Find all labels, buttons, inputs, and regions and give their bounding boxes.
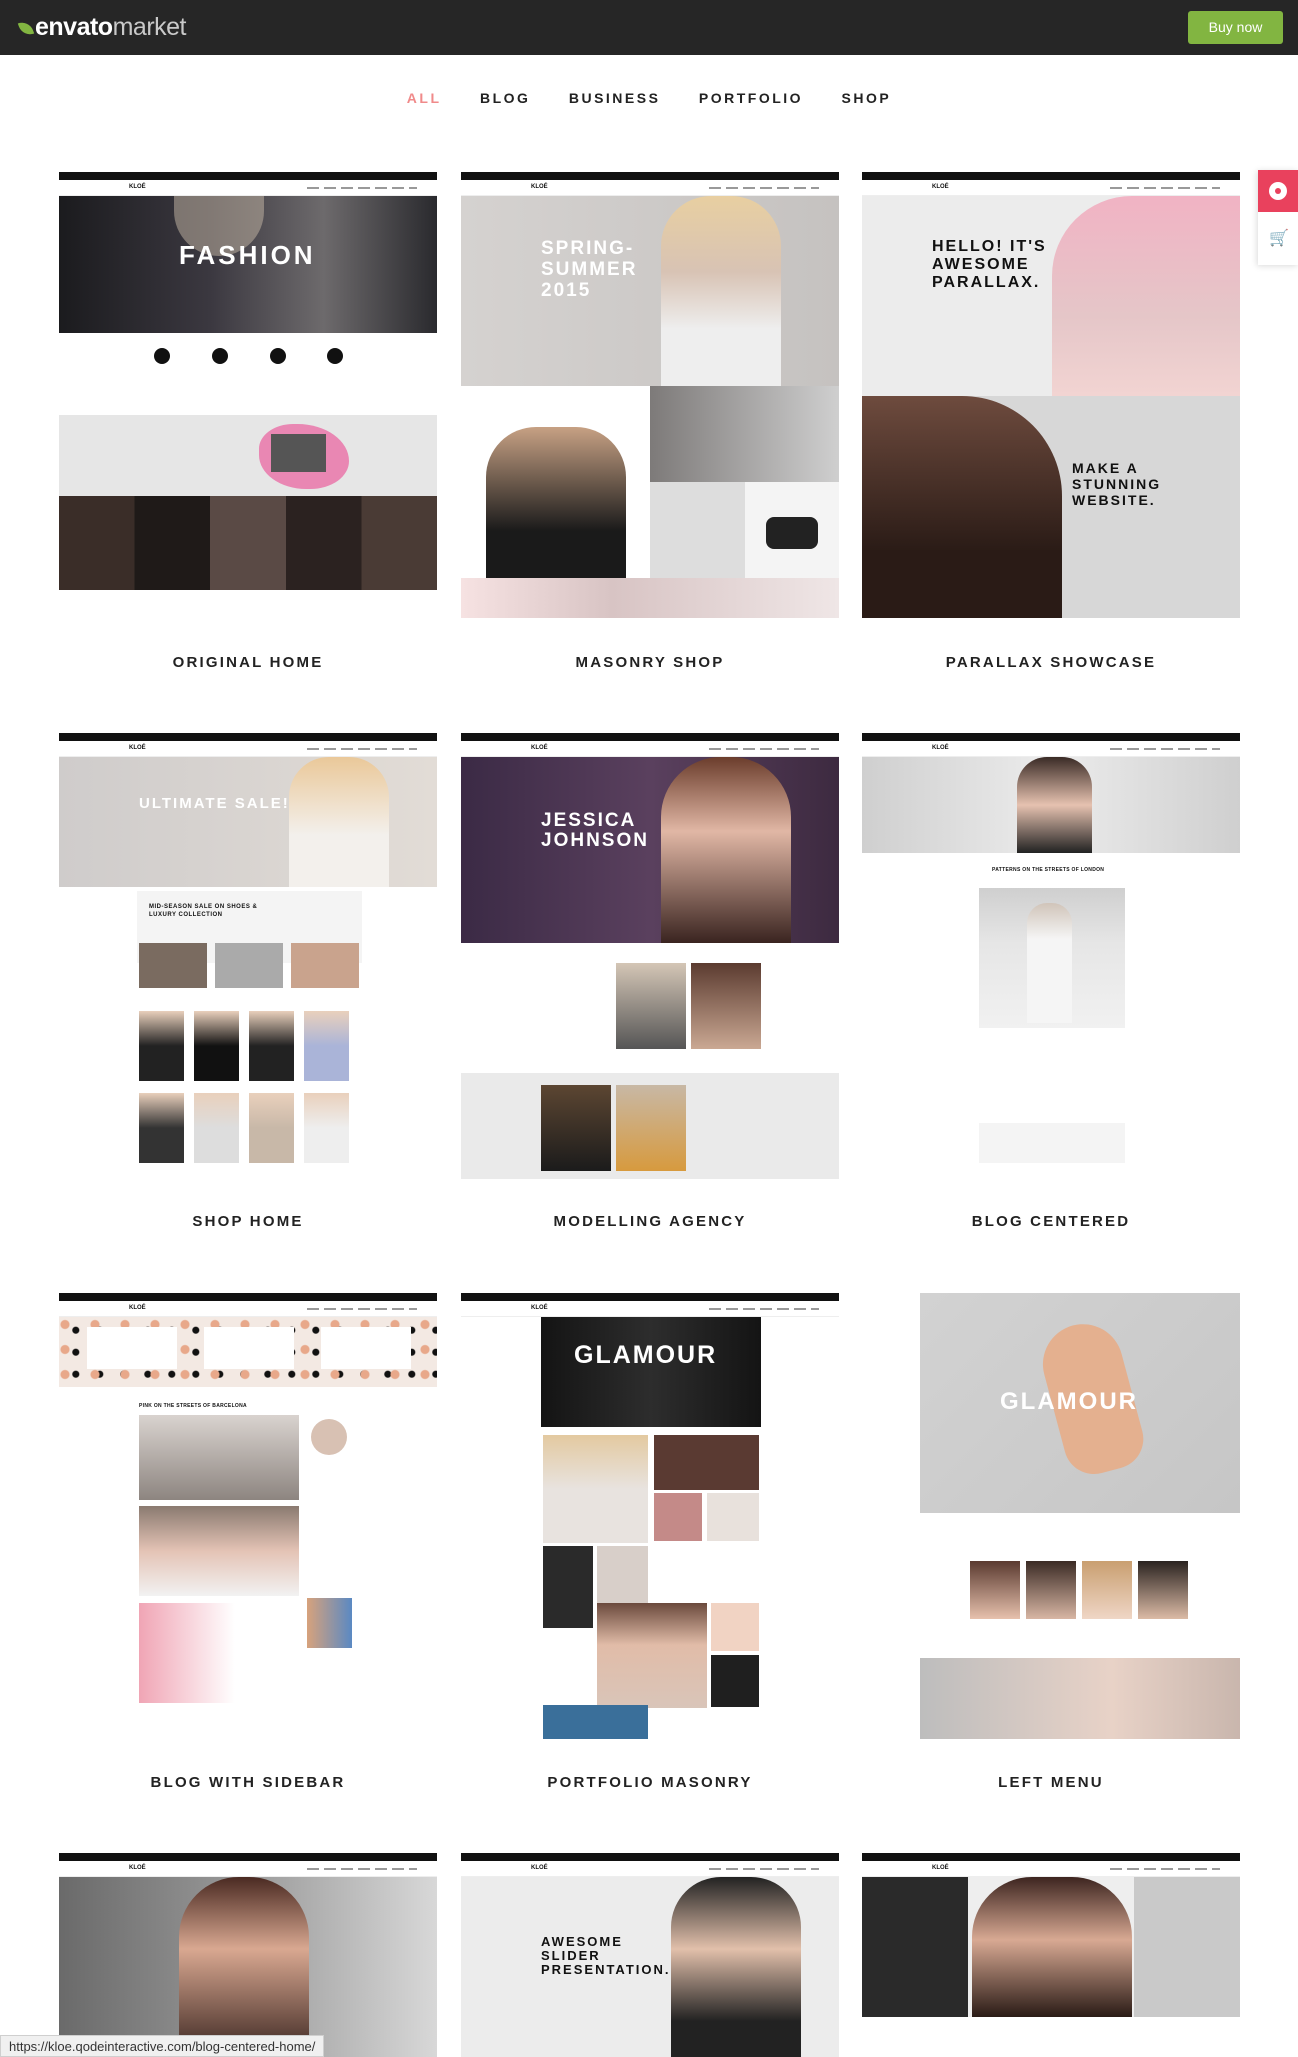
demo-card-row4-2[interactable]: AWESOME SLIDER PRESENTATION. [461, 1853, 839, 2057]
logo-text-bold: envato [35, 13, 113, 41]
hero-title: HELLO! IT'S AWESOME PARALLAX. [932, 238, 1047, 291]
demo-card-row4-1[interactable] [59, 1853, 437, 2057]
caption-parallax-showcase[interactable]: PARALLAX SHOWCASE [862, 654, 1240, 671]
demo-card-portfolio-masonry[interactable]: GLAMOUR [461, 1293, 839, 1739]
hero-title: GLAMOUR [574, 1341, 718, 1369]
hero-title: SPRING-SUMMER 2015 [541, 238, 638, 301]
top-bar: envatomarket Buy now [0, 0, 1298, 55]
filter-bar: ALL BLOG BUSINESS PORTFOLIO SHOP [0, 90, 1298, 108]
leaf-icon [17, 19, 35, 38]
demo-card-original-home[interactable]: FASHION [59, 172, 437, 618]
hero-title: JESSICA JOHNSON [541, 810, 649, 851]
promo-text: MID-SEASON SALE ON SHOES & LUXURY COLLEC… [149, 904, 258, 918]
status-bar-url: https://kloe.qodeinteractive.com/blog-ce… [0, 2035, 325, 2057]
demo-card-parallax-showcase[interactable]: HELLO! IT'S AWESOME PARALLAX. MAKE A STU… [862, 172, 1240, 618]
caption-blog-centered[interactable]: BLOG CENTERED [862, 1213, 1240, 1230]
side-widget: 🛒 [1258, 170, 1298, 265]
buy-now-button[interactable]: Buy now [1188, 11, 1283, 44]
demo-card-masonry-shop[interactable]: SPRING-SUMMER 2015 [461, 172, 839, 618]
hero-title: GLAMOUR [1000, 1388, 1138, 1415]
hero-title: ULTIMATE SALE! [139, 795, 290, 812]
filter-blog[interactable]: BLOG [480, 90, 530, 106]
demo-card-modelling-agency[interactable]: JESSICA JOHNSON [461, 733, 839, 1179]
demo-card-blog-centered[interactable]: PATTERNS ON THE STREETS OF LONDON [862, 733, 1240, 1179]
envato-market-logo[interactable]: envatomarket [17, 13, 187, 42]
caption-blog-with-sidebar[interactable]: BLOG WITH SIDEBAR [59, 1774, 437, 1791]
caption-shop-home[interactable]: SHOP HOME [59, 1213, 437, 1230]
filter-portfolio[interactable]: PORTFOLIO [699, 90, 803, 106]
filter-business[interactable]: BUSINESS [569, 90, 661, 106]
caption-modelling-agency[interactable]: MODELLING AGENCY [461, 1213, 839, 1230]
caption-portfolio-masonry[interactable]: PORTFOLIO MASONRY [461, 1774, 839, 1791]
hero-title: PINK ON THE STREETS OF BARCELONA [139, 1403, 247, 1409]
demo-card-left-menu[interactable]: GLAMOUR [862, 1293, 1240, 1739]
demo-card-row4-3[interactable] [862, 1853, 1240, 2057]
caption-original-home[interactable]: ORIGINAL HOME [59, 654, 437, 671]
caption-masonry-shop[interactable]: MASONRY SHOP [461, 654, 839, 671]
demo-card-shop-home[interactable]: ULTIMATE SALE! MID-SEASON SALE ON SHOES … [59, 733, 437, 1179]
demo-card-blog-with-sidebar[interactable]: PINK ON THE STREETS OF BARCELONA [59, 1293, 437, 1739]
hero-title: FASHION [179, 240, 316, 270]
hero-title: AWESOME SLIDER PRESENTATION. [541, 1934, 671, 1977]
filter-all[interactable]: ALL [407, 90, 442, 106]
hero-title: PATTERNS ON THE STREETS OF LONDON [992, 867, 1105, 873]
cart-icon[interactable]: 🛒 [1269, 228, 1289, 248]
help-button[interactable] [1258, 170, 1298, 212]
filter-shop[interactable]: SHOP [842, 90, 892, 106]
caption-left-menu[interactable]: LEFT MENU [862, 1774, 1240, 1791]
hero-subtitle: MAKE A STUNNING WEBSITE. [1072, 460, 1162, 508]
logo-text-light: market [112, 13, 187, 41]
